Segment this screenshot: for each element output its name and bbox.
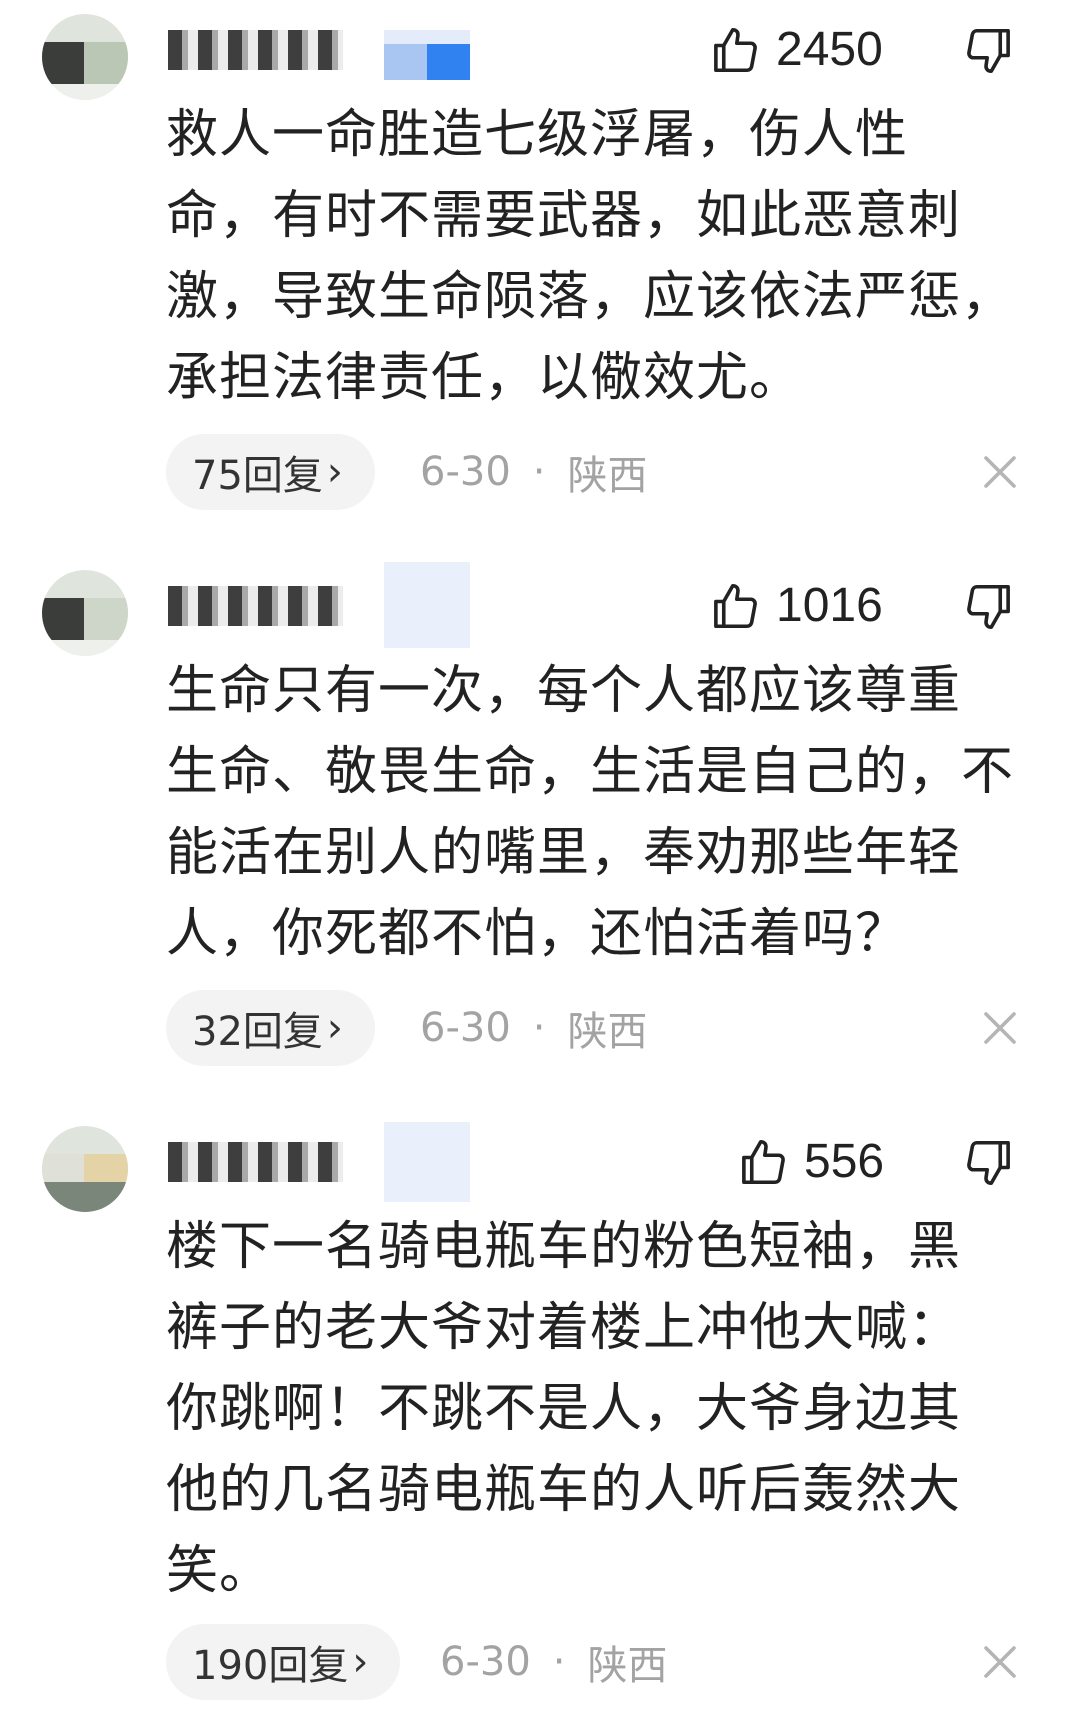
chevron-right-icon: › [326, 1005, 343, 1051]
comment-meta: 6-30 · 陕西 [420, 990, 648, 1066]
user-badge [384, 1122, 470, 1202]
avatar[interactable] [42, 1126, 128, 1212]
close-icon[interactable] [980, 452, 1020, 492]
replies-button[interactable]: 75回复 › [166, 434, 375, 510]
like-count: 556 [804, 1135, 885, 1188]
username-blurred[interactable] [168, 1142, 343, 1182]
thumbs-up-icon [714, 27, 757, 73]
like-button[interactable]: 556 [736, 1134, 884, 1190]
comment-location: 陕西 [587, 1643, 668, 1689]
like-count: 2450 [776, 23, 883, 76]
comment-location: 陕西 [567, 453, 648, 499]
thumbs-up-icon [714, 583, 757, 629]
user-badge [384, 562, 470, 648]
replies-button[interactable]: 190回复 › [166, 1624, 401, 1700]
comment-date: 6-30 [420, 1005, 511, 1051]
close-icon[interactable] [980, 1642, 1020, 1682]
comment-text: 生命只有一次，每个人都应该尊重 生命、敬畏生命，生活是自己的，不 能活在别人的嘴… [166, 661, 1015, 964]
comment-meta: 6-30 · 陕西 [440, 1624, 668, 1700]
comment-date: 6-30 [420, 449, 511, 495]
chevron-right-icon: › [352, 1639, 369, 1685]
comment-location: 陕西 [567, 1009, 648, 1055]
comment-date: 6-30 [440, 1639, 531, 1685]
like-count: 1016 [776, 579, 883, 632]
like-button[interactable]: 2450 [708, 22, 883, 78]
comment-text: 楼下一名骑电瓶车的粉色短袖，黑 裤子的老大爷对着楼上冲他大喊： 你跳啊！不跳不是… [166, 1217, 962, 1601]
username-blurred[interactable] [168, 30, 343, 70]
username-blurred[interactable] [168, 586, 343, 626]
comment-item: 2450 救人一命胜造七级浮屠，伤人性 命，有时不需要武器，如此恶意刺 激，导致… [0, 0, 1079, 510]
replies-button[interactable]: 32回复 › [166, 990, 375, 1066]
comment-item: 1016 生命只有一次，每个人都应该尊重 生命、敬畏生命，生活是自己的，不 能活… [0, 556, 1079, 1066]
comment-item: 556 楼下一名骑电瓶车的粉色短袖，黑 裤子的老大爷对着楼上冲他大喊： 你跳啊！… [0, 1112, 1079, 1716]
like-button[interactable]: 1016 [708, 578, 883, 634]
comment-meta: 6-30 · 陕西 [420, 434, 648, 510]
avatar[interactable] [42, 570, 128, 656]
comment-text: 救人一命胜造七级浮屠，伤人性 命，有时不需要武器，如此恶意刺 激，导致生命陨落，… [166, 105, 1015, 408]
avatar[interactable] [42, 14, 128, 100]
user-badge [384, 30, 470, 80]
close-icon[interactable] [980, 1008, 1020, 1048]
chevron-right-icon: › [326, 449, 343, 495]
thumbs-up-icon [742, 1139, 785, 1185]
thumbs-down-icon[interactable] [962, 580, 1016, 634]
thumbs-down-icon[interactable] [962, 24, 1016, 78]
thumbs-down-icon[interactable] [962, 1136, 1016, 1190]
